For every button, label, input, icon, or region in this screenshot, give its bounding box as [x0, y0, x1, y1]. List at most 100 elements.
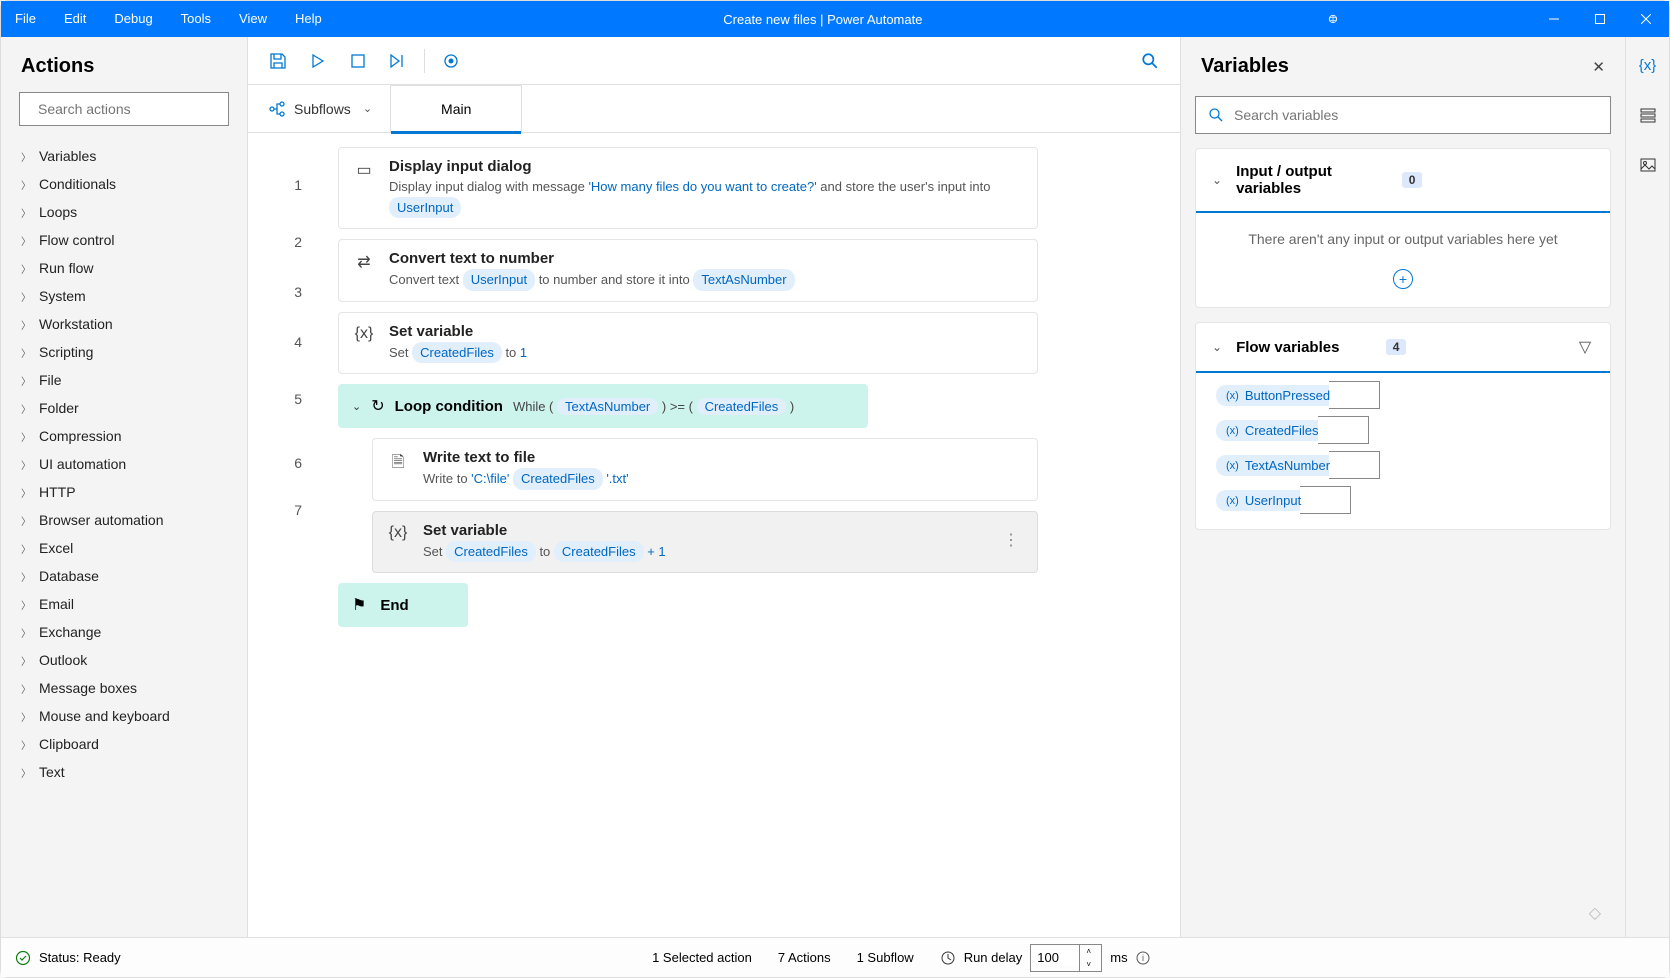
step-convert-text-to-number[interactable]: ⇄ Convert text to number Convert text Us… [338, 239, 1038, 302]
subflows-dropdown[interactable]: Subflows ⌄ [260, 100, 380, 118]
category-folder[interactable]: 〉Folder [1, 394, 247, 422]
variable-chip[interactable]: (x)CreatedFiles [1216, 420, 1329, 441]
window-controls [1310, 1, 1669, 37]
actions-search-input[interactable] [38, 101, 219, 117]
maximize-button[interactable] [1577, 1, 1623, 37]
add-io-variable-button[interactable]: + [1393, 269, 1413, 289]
variable-chip[interactable]: (x)ButtonPressed [1216, 385, 1340, 406]
rail-ui-elements-button[interactable] [1634, 101, 1662, 129]
category-label: Outlook [39, 652, 87, 668]
category-label: Mouse and keyboard [39, 708, 170, 724]
chevron-down-icon: ⌄ [363, 102, 372, 115]
category-variables[interactable]: 〉Variables [1, 142, 247, 170]
category-run-flow[interactable]: 〉Run flow [1, 254, 247, 282]
status-text: Status: Ready [39, 950, 121, 965]
variables-search-input[interactable] [1234, 107, 1598, 123]
menu-edit[interactable]: Edit [50, 1, 100, 37]
filter-icon[interactable]: ▽ [1576, 337, 1594, 357]
chevron-down-icon[interactable]: ⌄ [352, 400, 361, 413]
toolbar [248, 37, 1180, 85]
info-icon[interactable]: i [1136, 951, 1150, 965]
env-icon[interactable] [1310, 1, 1356, 37]
variable-row[interactable]: (x)UserInput [1216, 490, 1590, 511]
variable-chip[interactable]: (x)TextAsNumber [1216, 455, 1340, 476]
close-panel-button[interactable]: ✕ [1592, 58, 1605, 76]
category-exchange[interactable]: 〉Exchange [1, 618, 247, 646]
menu-file[interactable]: File [1, 1, 50, 37]
category-label: Browser automation [39, 512, 164, 528]
step-desc: Set CreatedFiles to 1 [389, 342, 1023, 364]
category-http[interactable]: 〉HTTP [1, 478, 247, 506]
spin-up[interactable]: ˄ [1080, 945, 1097, 958]
run-delay-input[interactable]: ˄˅ [1030, 944, 1102, 972]
flow-canvas[interactable]: 1 2 3 4 5 6 7 ▭ Display input dialog Dis… [248, 133, 1180, 937]
step-end[interactable]: ⚑ End [338, 583, 468, 627]
step-set-variable-1[interactable]: {x} Set variable Set CreatedFiles to 1 [338, 312, 1038, 375]
rail-variables-button[interactable]: {x} [1634, 51, 1662, 79]
category-label: Compression [39, 428, 121, 444]
category-clipboard[interactable]: 〉Clipboard [1, 730, 247, 758]
close-button[interactable] [1623, 1, 1669, 37]
minimize-button[interactable] [1531, 1, 1577, 37]
run-delay-field[interactable] [1031, 950, 1079, 965]
step-loop-condition[interactable]: ⌄ ↻ Loop condition While ( TextAsNumber … [338, 384, 868, 428]
loop-condition: While ( TextAsNumber ) >= ( CreatedFiles… [513, 398, 794, 415]
search-icon [1208, 107, 1224, 123]
variable-row[interactable]: (x)ButtonPressed [1216, 385, 1590, 406]
category-compression[interactable]: 〉Compression [1, 422, 247, 450]
step-more-button[interactable]: ⋮ [999, 522, 1023, 558]
io-variables-section: ⌄ Input / output variables 0 There aren'… [1195, 148, 1611, 308]
category-excel[interactable]: 〉Excel [1, 534, 247, 562]
save-button[interactable] [260, 43, 296, 79]
toolbar-search-button[interactable] [1132, 43, 1168, 79]
category-email[interactable]: 〉Email [1, 590, 247, 618]
step-button[interactable] [380, 43, 416, 79]
category-browser-automation[interactable]: 〉Browser automation [1, 506, 247, 534]
menu-debug[interactable]: Debug [100, 1, 166, 37]
flow-variables-header[interactable]: ⌄ Flow variables 4 ▽ [1196, 323, 1610, 373]
category-mouse-keyboard[interactable]: 〉Mouse and keyboard [1, 702, 247, 730]
category-system[interactable]: 〉System [1, 282, 247, 310]
convert-icon: ⇄ [353, 250, 375, 272]
chevron-down-icon: ⌄ [1212, 340, 1222, 354]
category-file[interactable]: 〉File [1, 366, 247, 394]
tab-main[interactable]: Main [390, 85, 522, 133]
record-button[interactable] [433, 43, 469, 79]
io-variables-header[interactable]: ⌄ Input / output variables 0 [1196, 149, 1610, 213]
category-flow-control[interactable]: 〉Flow control [1, 226, 247, 254]
category-loops[interactable]: 〉Loops [1, 198, 247, 226]
tab-label: Main [441, 101, 471, 117]
category-text[interactable]: 〉Text [1, 758, 247, 786]
actions-search[interactable] [19, 92, 229, 126]
menu-view[interactable]: View [225, 1, 281, 37]
eraser-icon[interactable]: ◇ [1195, 903, 1611, 923]
category-database[interactable]: 〉Database [1, 562, 247, 590]
variables-search[interactable] [1195, 96, 1611, 134]
category-label: Message boxes [39, 680, 137, 696]
variable-chip[interactable]: (x)UserInput [1216, 490, 1311, 511]
step-set-variable-2[interactable]: {x} Set variable Set CreatedFiles to Cre… [372, 511, 1038, 574]
category-outlook[interactable]: 〉Outlook [1, 646, 247, 674]
category-label: UI automation [39, 456, 126, 472]
spin-down[interactable]: ˅ [1080, 958, 1097, 971]
step-write-text-to-file[interactable]: 🗎 Write text to file Write to 'C:\file' … [372, 438, 1038, 501]
step-display-input-dialog[interactable]: ▭ Display input dialog Display input dia… [338, 147, 1038, 229]
category-ui-automation[interactable]: 〉UI automation [1, 450, 247, 478]
action-categories[interactable]: 〉Variables 〉Conditionals 〉Loops 〉Flow co… [1, 138, 247, 937]
category-conditionals[interactable]: 〉Conditionals [1, 170, 247, 198]
spinner[interactable]: ˄˅ [1079, 945, 1097, 971]
line-number: 7 [248, 495, 330, 545]
category-workstation[interactable]: 〉Workstation [1, 310, 247, 338]
rail-images-button[interactable] [1634, 151, 1662, 179]
run-button[interactable] [300, 43, 336, 79]
category-message-boxes[interactable]: 〉Message boxes [1, 674, 247, 702]
menu-help[interactable]: Help [281, 1, 336, 37]
variable-row[interactable]: (x)CreatedFiles [1216, 420, 1590, 441]
line-number: 4 [248, 317, 330, 367]
step-title: Display input dialog [389, 158, 1023, 175]
stop-button[interactable] [340, 43, 376, 79]
menu-tools[interactable]: Tools [167, 1, 225, 37]
chevron-right-icon: 〉 [21, 177, 31, 192]
variable-row[interactable]: (x)TextAsNumber [1216, 455, 1590, 476]
category-scripting[interactable]: 〉Scripting [1, 338, 247, 366]
